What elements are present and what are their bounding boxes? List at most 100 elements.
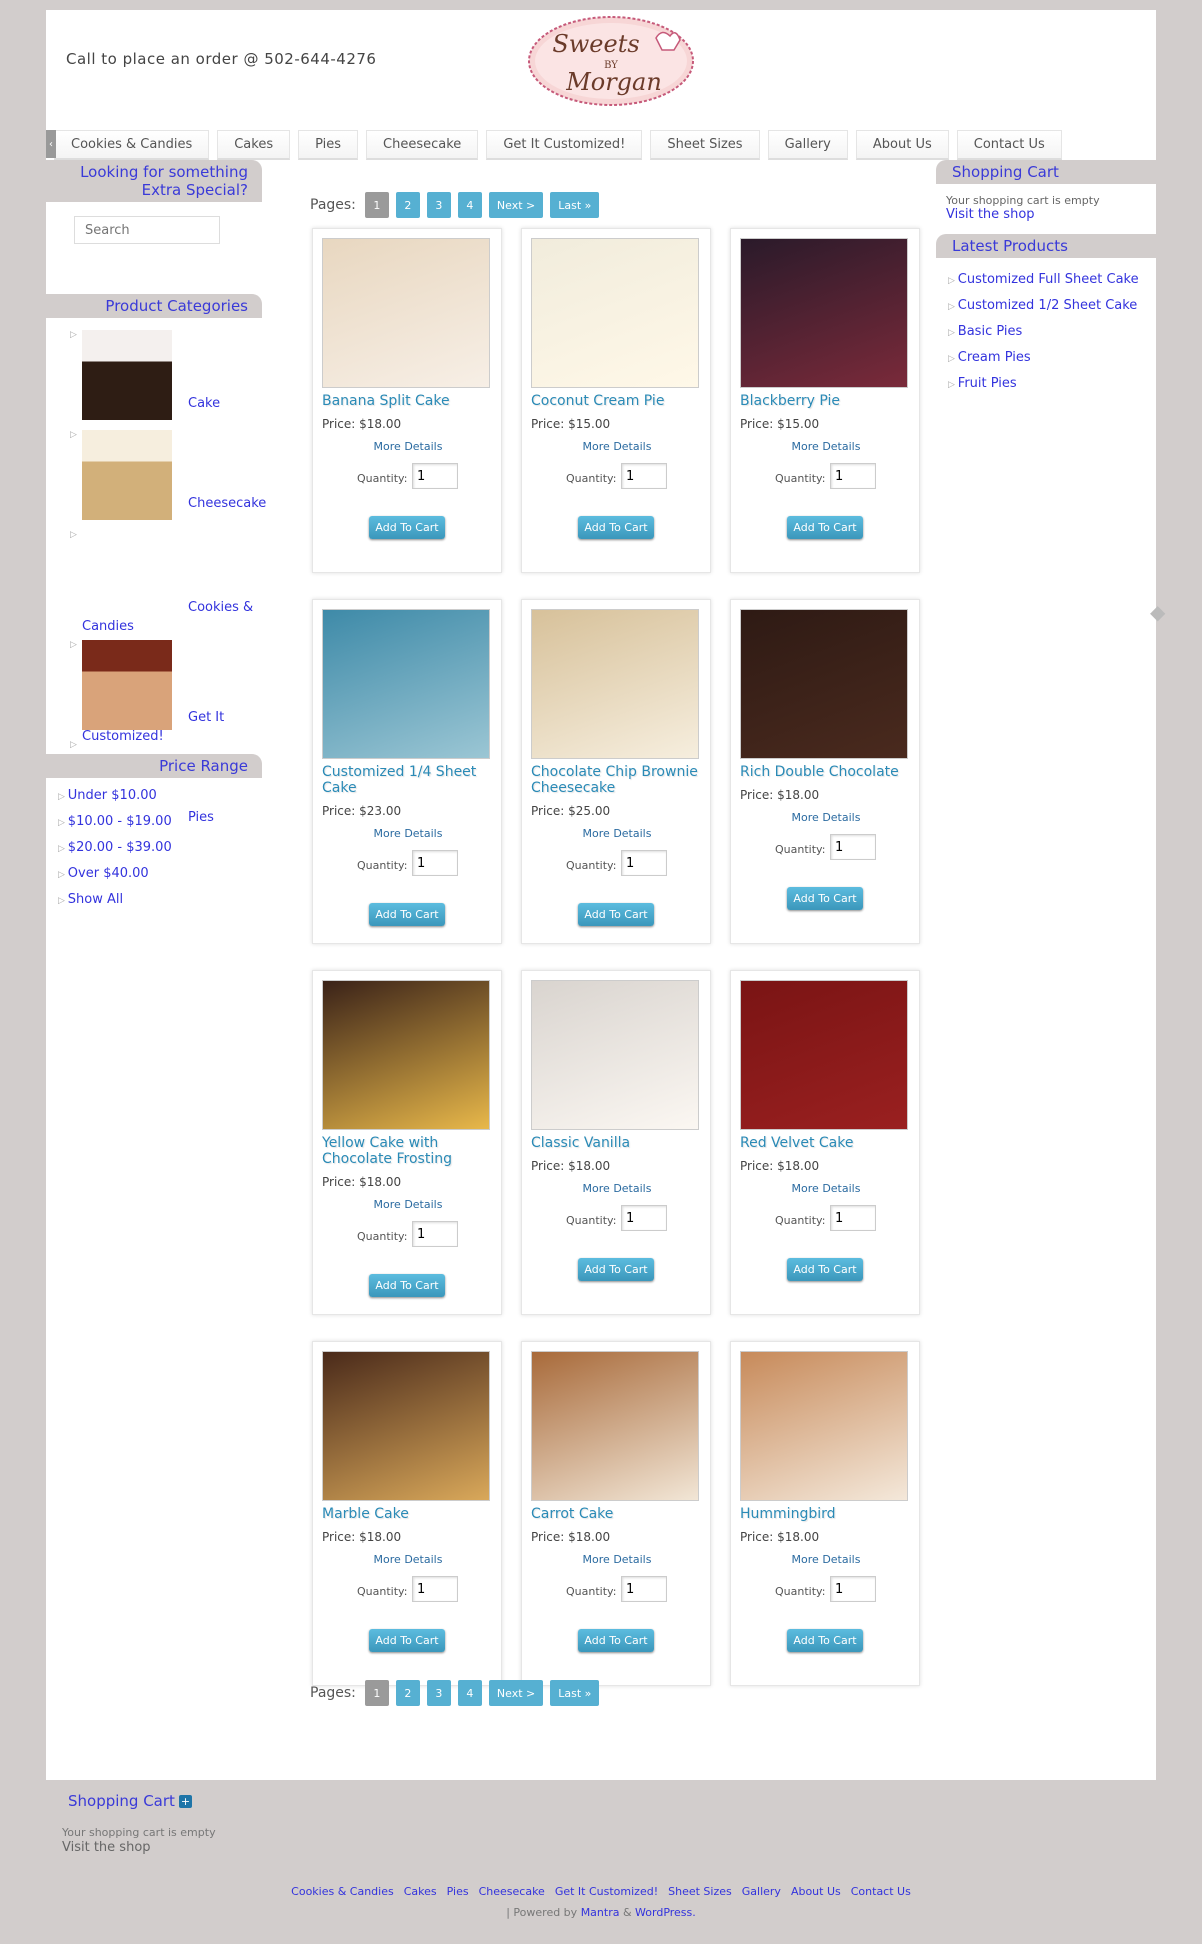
category-item-cookies-candies[interactable]: ▷ Cookies & Candies bbox=[70, 530, 253, 634]
menu-item-contact-us[interactable]: Contact Us bbox=[956, 130, 1062, 160]
product-image[interactable] bbox=[322, 1351, 490, 1501]
more-details-link[interactable]: More Details bbox=[313, 1553, 503, 1566]
product-title-link[interactable]: Blackberry Pie bbox=[740, 393, 912, 409]
add-to-cart-button[interactable]: Add To Cart bbox=[787, 516, 863, 539]
quantity-input[interactable] bbox=[412, 1576, 458, 1602]
price-range-item[interactable]: ▷ $10.00 - $19.00 bbox=[58, 814, 172, 840]
product-title-link[interactable]: Hummingbird bbox=[740, 1506, 912, 1522]
add-to-cart-button[interactable]: Add To Cart bbox=[787, 887, 863, 910]
add-to-cart-button[interactable]: Add To Cart bbox=[578, 1629, 654, 1652]
price-range-item[interactable]: ▷ Show All bbox=[58, 892, 172, 918]
product-title-link[interactable]: Carrot Cake bbox=[531, 1506, 703, 1522]
footer-nav-about-us[interactable]: About Us bbox=[791, 1885, 841, 1898]
quantity-input[interactable] bbox=[412, 463, 458, 489]
price-range-item[interactable]: ▷ Under $10.00 bbox=[58, 788, 172, 814]
product-image[interactable] bbox=[322, 609, 490, 759]
add-to-cart-button[interactable]: Add To Cart bbox=[578, 516, 654, 539]
visit-shop-link[interactable]: Visit the shop bbox=[946, 207, 1156, 222]
more-details-link[interactable]: More Details bbox=[522, 440, 712, 453]
footer-nav-cookies-candies[interactable]: Cookies & Candies bbox=[291, 1885, 394, 1898]
more-details-link[interactable]: More Details bbox=[313, 827, 503, 840]
menu-item-get-it-customized-[interactable]: Get It Customized! bbox=[486, 130, 643, 160]
search-input[interactable] bbox=[74, 216, 220, 244]
add-to-cart-button[interactable]: Add To Cart bbox=[369, 1274, 445, 1297]
footer-nav-sheet-sizes[interactable]: Sheet Sizes bbox=[668, 1885, 732, 1898]
latest-product-link[interactable]: Customized 1/2 Sheet Cake bbox=[958, 298, 1138, 313]
latest-product-item[interactable]: ▷ Customized 1/2 Sheet Cake bbox=[948, 298, 1156, 324]
footer-cart-title[interactable]: Shopping Cart + bbox=[68, 1792, 192, 1810]
menu-item-cookies-candies[interactable]: Cookies & Candies bbox=[54, 130, 210, 160]
more-details-link[interactable]: More Details bbox=[731, 1182, 921, 1195]
page-3-button[interactable]: 3 bbox=[426, 192, 451, 218]
category-image[interactable] bbox=[82, 330, 172, 420]
category-item-cheesecake[interactable]: ▷ Cheesecake bbox=[70, 430, 266, 520]
product-title-link[interactable]: Banana Split Cake bbox=[322, 393, 494, 409]
price-range-link[interactable]: Over $40.00 bbox=[68, 866, 149, 881]
mantra-link[interactable]: Mantra bbox=[581, 1906, 620, 1919]
product-title-link[interactable]: Customized 1/4 Sheet Cake bbox=[322, 764, 494, 796]
footer-nav-gallery[interactable]: Gallery bbox=[742, 1885, 781, 1898]
site-logo[interactable]: Sweets BY Morgan bbox=[526, 14, 696, 108]
page-4-button[interactable]: 4 bbox=[457, 192, 482, 218]
product-image[interactable] bbox=[531, 980, 699, 1130]
add-to-cart-button[interactable]: Add To Cart bbox=[787, 1629, 863, 1652]
footer-nav-pies[interactable]: Pies bbox=[447, 1885, 469, 1898]
product-image[interactable] bbox=[531, 1351, 699, 1501]
quantity-input[interactable] bbox=[621, 463, 667, 489]
add-to-cart-button[interactable]: Add To Cart bbox=[578, 1258, 654, 1281]
latest-product-item[interactable]: ▷ Customized Full Sheet Cake bbox=[948, 272, 1156, 298]
product-image[interactable] bbox=[531, 609, 699, 759]
page-3-button[interactable]: 3 bbox=[426, 1680, 451, 1706]
quantity-input[interactable] bbox=[830, 463, 876, 489]
product-image[interactable] bbox=[322, 238, 490, 388]
product-image[interactable] bbox=[322, 980, 490, 1130]
product-title-link[interactable]: Marble Cake bbox=[322, 1506, 494, 1522]
menu-item-about-us[interactable]: About Us bbox=[855, 130, 949, 160]
product-image[interactable] bbox=[740, 238, 908, 388]
more-details-link[interactable]: More Details bbox=[522, 1553, 712, 1566]
page-2-button[interactable]: 2 bbox=[395, 192, 420, 218]
more-details-link[interactable]: More Details bbox=[522, 1182, 712, 1195]
product-title-link[interactable]: Chocolate Chip Brownie Cheesecake bbox=[531, 764, 703, 796]
product-title-link[interactable]: Yellow Cake with Chocolate Frosting bbox=[322, 1135, 494, 1167]
product-title-link[interactable]: Rich Double Chocolate bbox=[740, 764, 912, 780]
page-2-button[interactable]: 2 bbox=[395, 1680, 420, 1706]
category-item-cake[interactable]: ▷ Cake bbox=[70, 330, 250, 420]
quantity-input[interactable] bbox=[830, 1576, 876, 1602]
more-details-link[interactable]: More Details bbox=[522, 827, 712, 840]
product-title-link[interactable]: Red Velvet Cake bbox=[740, 1135, 912, 1151]
add-to-cart-button[interactable]: Add To Cart bbox=[369, 1629, 445, 1652]
add-to-cart-button[interactable]: Add To Cart bbox=[578, 903, 654, 926]
more-details-link[interactable]: More Details bbox=[731, 1553, 921, 1566]
latest-product-item[interactable]: ▷ Cream Pies bbox=[948, 350, 1156, 376]
next-page-button[interactable]: Next > bbox=[488, 192, 544, 218]
quantity-input[interactable] bbox=[412, 1221, 458, 1247]
collapse-left-icon[interactable]: ‹ bbox=[46, 130, 56, 158]
more-details-link[interactable]: More Details bbox=[313, 1198, 503, 1211]
latest-product-item[interactable]: ▷ Basic Pies bbox=[948, 324, 1156, 350]
latest-product-link[interactable]: Basic Pies bbox=[958, 324, 1023, 339]
menu-item-gallery[interactable]: Gallery bbox=[767, 130, 848, 160]
price-range-item[interactable]: ▷ $20.00 - $39.00 bbox=[58, 840, 172, 866]
category-label[interactable]: Pies bbox=[188, 810, 214, 825]
latest-product-item[interactable]: ▷ Fruit Pies bbox=[948, 376, 1156, 402]
add-to-cart-button[interactable]: Add To Cart bbox=[787, 1258, 863, 1281]
quantity-input[interactable] bbox=[830, 1205, 876, 1231]
menu-item-cheesecake[interactable]: Cheesecake bbox=[366, 130, 479, 160]
menu-item-sheet-sizes[interactable]: Sheet Sizes bbox=[650, 130, 760, 160]
product-image[interactable] bbox=[740, 980, 908, 1130]
more-details-link[interactable]: More Details bbox=[731, 811, 921, 824]
page-1-button[interactable]: 1 bbox=[364, 1680, 389, 1706]
page-1-button[interactable]: 1 bbox=[364, 192, 389, 218]
latest-product-link[interactable]: Cream Pies bbox=[958, 350, 1031, 365]
product-image[interactable] bbox=[740, 1351, 908, 1501]
category-label[interactable]: Cheesecake bbox=[188, 496, 266, 511]
menu-item-cakes[interactable]: Cakes bbox=[217, 130, 291, 160]
product-title-link[interactable]: Coconut Cream Pie bbox=[531, 393, 703, 409]
quantity-input[interactable] bbox=[621, 1205, 667, 1231]
last-page-button[interactable]: Last » bbox=[550, 1680, 600, 1706]
page-4-button[interactable]: 4 bbox=[457, 1680, 482, 1706]
category-image[interactable] bbox=[82, 430, 172, 520]
more-details-link[interactable]: More Details bbox=[313, 440, 503, 453]
price-range-item[interactable]: ▷ Over $40.00 bbox=[58, 866, 172, 892]
